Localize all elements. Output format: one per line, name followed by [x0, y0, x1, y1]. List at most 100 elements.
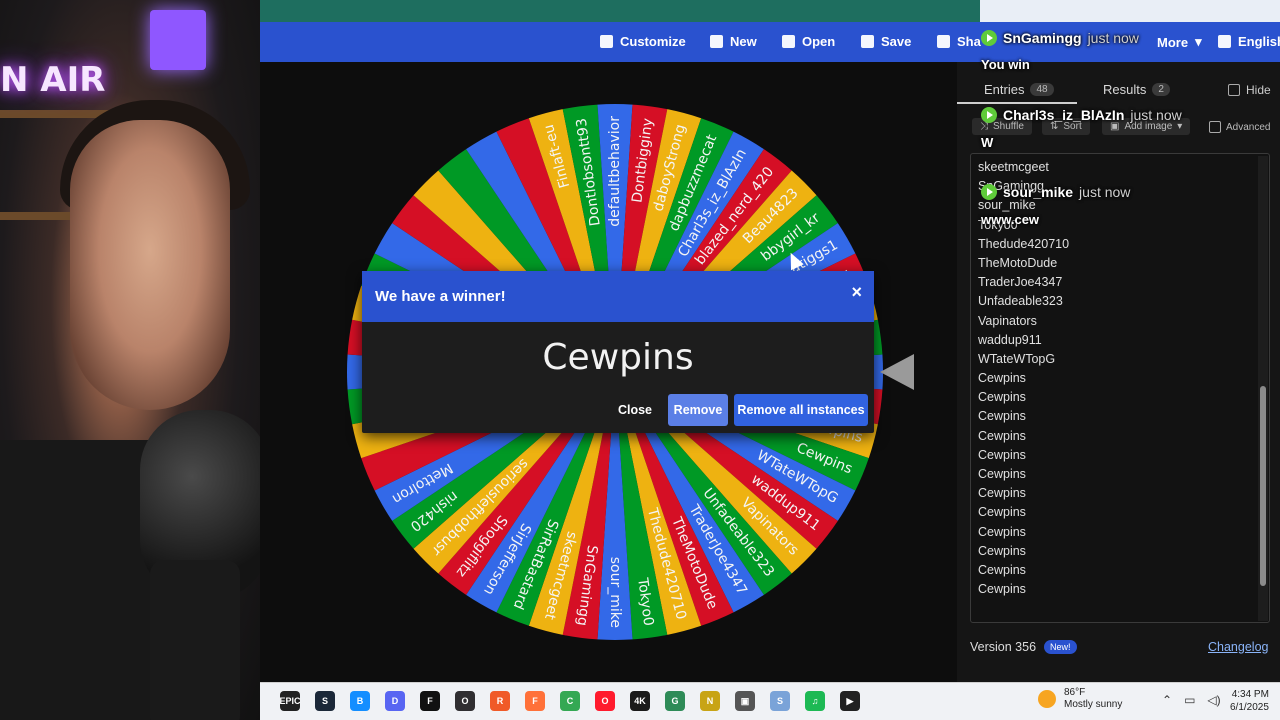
scrollbar-thumb[interactable]: [1260, 386, 1266, 586]
chat-user: SnGamingg: [1003, 30, 1082, 46]
entry-line: Cewpins: [978, 486, 1026, 501]
chat-time: just now: [1130, 107, 1182, 123]
globe-app-icon[interactable]: G: [665, 691, 685, 711]
version-info: Version 356 New!: [970, 640, 1077, 654]
streamer-face: [70, 120, 230, 410]
entry-line: Cewpins: [978, 409, 1026, 424]
nav-label: English: [1238, 34, 1280, 49]
dialog-header: We have a winner! ×: [362, 271, 874, 322]
firefox-icon[interactable]: F: [525, 691, 545, 711]
entry-line: TraderJoe4347: [978, 275, 1063, 290]
advanced-toggle[interactable]: Advanced: [1209, 121, 1270, 133]
sun-icon: [1038, 690, 1056, 708]
tab-results[interactable]: Results 2: [1103, 82, 1170, 97]
wheel-segment-label: sour_mike: [607, 557, 623, 628]
palette-icon: [600, 35, 613, 48]
chat-message: W: [981, 135, 994, 150]
chevron-up-icon[interactable]: ⌃: [1162, 693, 1172, 707]
file-icon: [710, 35, 723, 48]
nav-label: More: [1157, 34, 1189, 50]
winner-name: Cewpins: [542, 337, 694, 378]
tab-label: Entries: [984, 82, 1025, 97]
entries-scrollbar[interactable]: [1258, 156, 1268, 621]
entry-line: Cewpins: [978, 467, 1026, 481]
taskbar-clock[interactable]: 4:34 PM 6/1/2025: [1230, 688, 1269, 714]
checkbox-icon: [1209, 121, 1221, 133]
sync-app-icon[interactable]: S: [770, 691, 790, 711]
media-player-icon[interactable]: ▶: [840, 691, 860, 711]
hide-toggle[interactable]: Hide: [1228, 83, 1271, 97]
nav-language[interactable]: English: [1218, 34, 1280, 49]
battlenet-icon[interactable]: B: [350, 691, 370, 711]
camera-app-icon[interactable]: ▣: [735, 691, 755, 711]
entry-line: WTateWTopG: [978, 351, 1056, 366]
entry-line: Cewpins: [978, 524, 1026, 539]
checkbox-icon: [1228, 84, 1240, 96]
clock-time: 4:34 PM: [1231, 689, 1269, 700]
close-button[interactable]: Close: [610, 394, 660, 426]
tab-label: Results: [1103, 82, 1147, 97]
4k-downloader-icon[interactable]: 4K: [630, 691, 650, 711]
entry-line: Cewpins: [978, 505, 1026, 520]
network-icon[interactable]: ▭: [1184, 693, 1195, 707]
epic-games-icon[interactable]: EPIC: [280, 691, 301, 711]
entry-line: Cewpins: [978, 428, 1026, 443]
results-count-badge: 2: [1152, 83, 1170, 96]
chevron-down-icon: ▾: [1195, 34, 1202, 49]
twitch-logo-icon: [150, 10, 206, 70]
chat-user: sour_mike: [1003, 184, 1074, 200]
webcam-overlay: N AIR: [0, 0, 260, 720]
chat-message-header: Charl3s_iz_BlAzIn just now: [981, 107, 1182, 123]
save-icon: [861, 35, 874, 48]
nav-customize[interactable]: Customize: [600, 34, 686, 49]
origin-icon[interactable]: R: [490, 691, 510, 711]
chat-message: www.cew: [981, 212, 1040, 227]
entry-line: Vapinators: [978, 313, 1037, 328]
nav-open[interactable]: Open: [782, 34, 835, 49]
active-tab-indicator: [957, 102, 1077, 104]
hide-label: Hide: [1246, 83, 1271, 97]
entry-line: Cewpins: [978, 371, 1026, 386]
chat-badge-icon: [981, 184, 997, 200]
entry-line: Cewpins: [978, 543, 1026, 558]
nav-share[interactable]: Sha: [937, 34, 981, 49]
opera-icon[interactable]: O: [595, 691, 615, 711]
nav-label: Save: [881, 34, 912, 49]
chrome-icon[interactable]: C: [560, 691, 580, 711]
spotify-icon[interactable]: ♫: [805, 691, 825, 711]
browser-toolbar: [980, 0, 1280, 22]
nav-label: Customize: [620, 34, 686, 49]
weather-widget[interactable]: 86°F Mostly sunny: [1038, 687, 1122, 711]
notes-app-icon[interactable]: N: [700, 691, 720, 711]
close-icon[interactable]: ×: [851, 282, 862, 303]
nav-save[interactable]: Save: [861, 34, 911, 49]
weather-desc: Mostly sunny: [1064, 699, 1123, 710]
entry-line: skeetmcgeet: [978, 160, 1049, 174]
remove-all-instances-button[interactable]: Remove all instances: [734, 394, 868, 426]
entry-line: Cewpins: [978, 390, 1026, 405]
folder-icon: [782, 35, 795, 48]
faceit-icon[interactable]: F: [420, 691, 440, 711]
globe-icon: [1218, 35, 1231, 48]
steam-icon[interactable]: S: [315, 691, 335, 711]
chat-message-header: SnGamingg just now: [981, 30, 1139, 46]
chat-badge-icon: [981, 30, 997, 46]
nav-new[interactable]: New: [710, 34, 757, 49]
screen: N AIR Customize New Open Save Sha More ▾ …: [0, 0, 1280, 720]
tab-entries[interactable]: Entries 48: [984, 82, 1054, 97]
entry-line: Cewpins: [978, 447, 1026, 462]
volume-icon[interactable]: ◁): [1207, 693, 1220, 707]
obs-icon[interactable]: O: [455, 691, 475, 711]
browser-top-strip: [260, 0, 980, 22]
wheel-segment-label: defaultbehavior: [607, 116, 623, 227]
neon-sign: N AIR: [0, 60, 106, 100]
discord-icon[interactable]: D: [385, 691, 405, 711]
chat-message: You win: [981, 57, 1030, 72]
clock-date: 6/1/2025: [1230, 702, 1269, 713]
chat-badge-icon: [981, 107, 997, 123]
system-tray: ⌃ ▭ ◁): [1162, 693, 1221, 707]
remove-button[interactable]: Remove: [668, 394, 728, 426]
chat-user: Charl3s_iz_BlAzIn: [1003, 107, 1125, 123]
nav-more[interactable]: More ▾: [1157, 34, 1202, 50]
changelog-link[interactable]: Changelog: [1208, 640, 1268, 654]
